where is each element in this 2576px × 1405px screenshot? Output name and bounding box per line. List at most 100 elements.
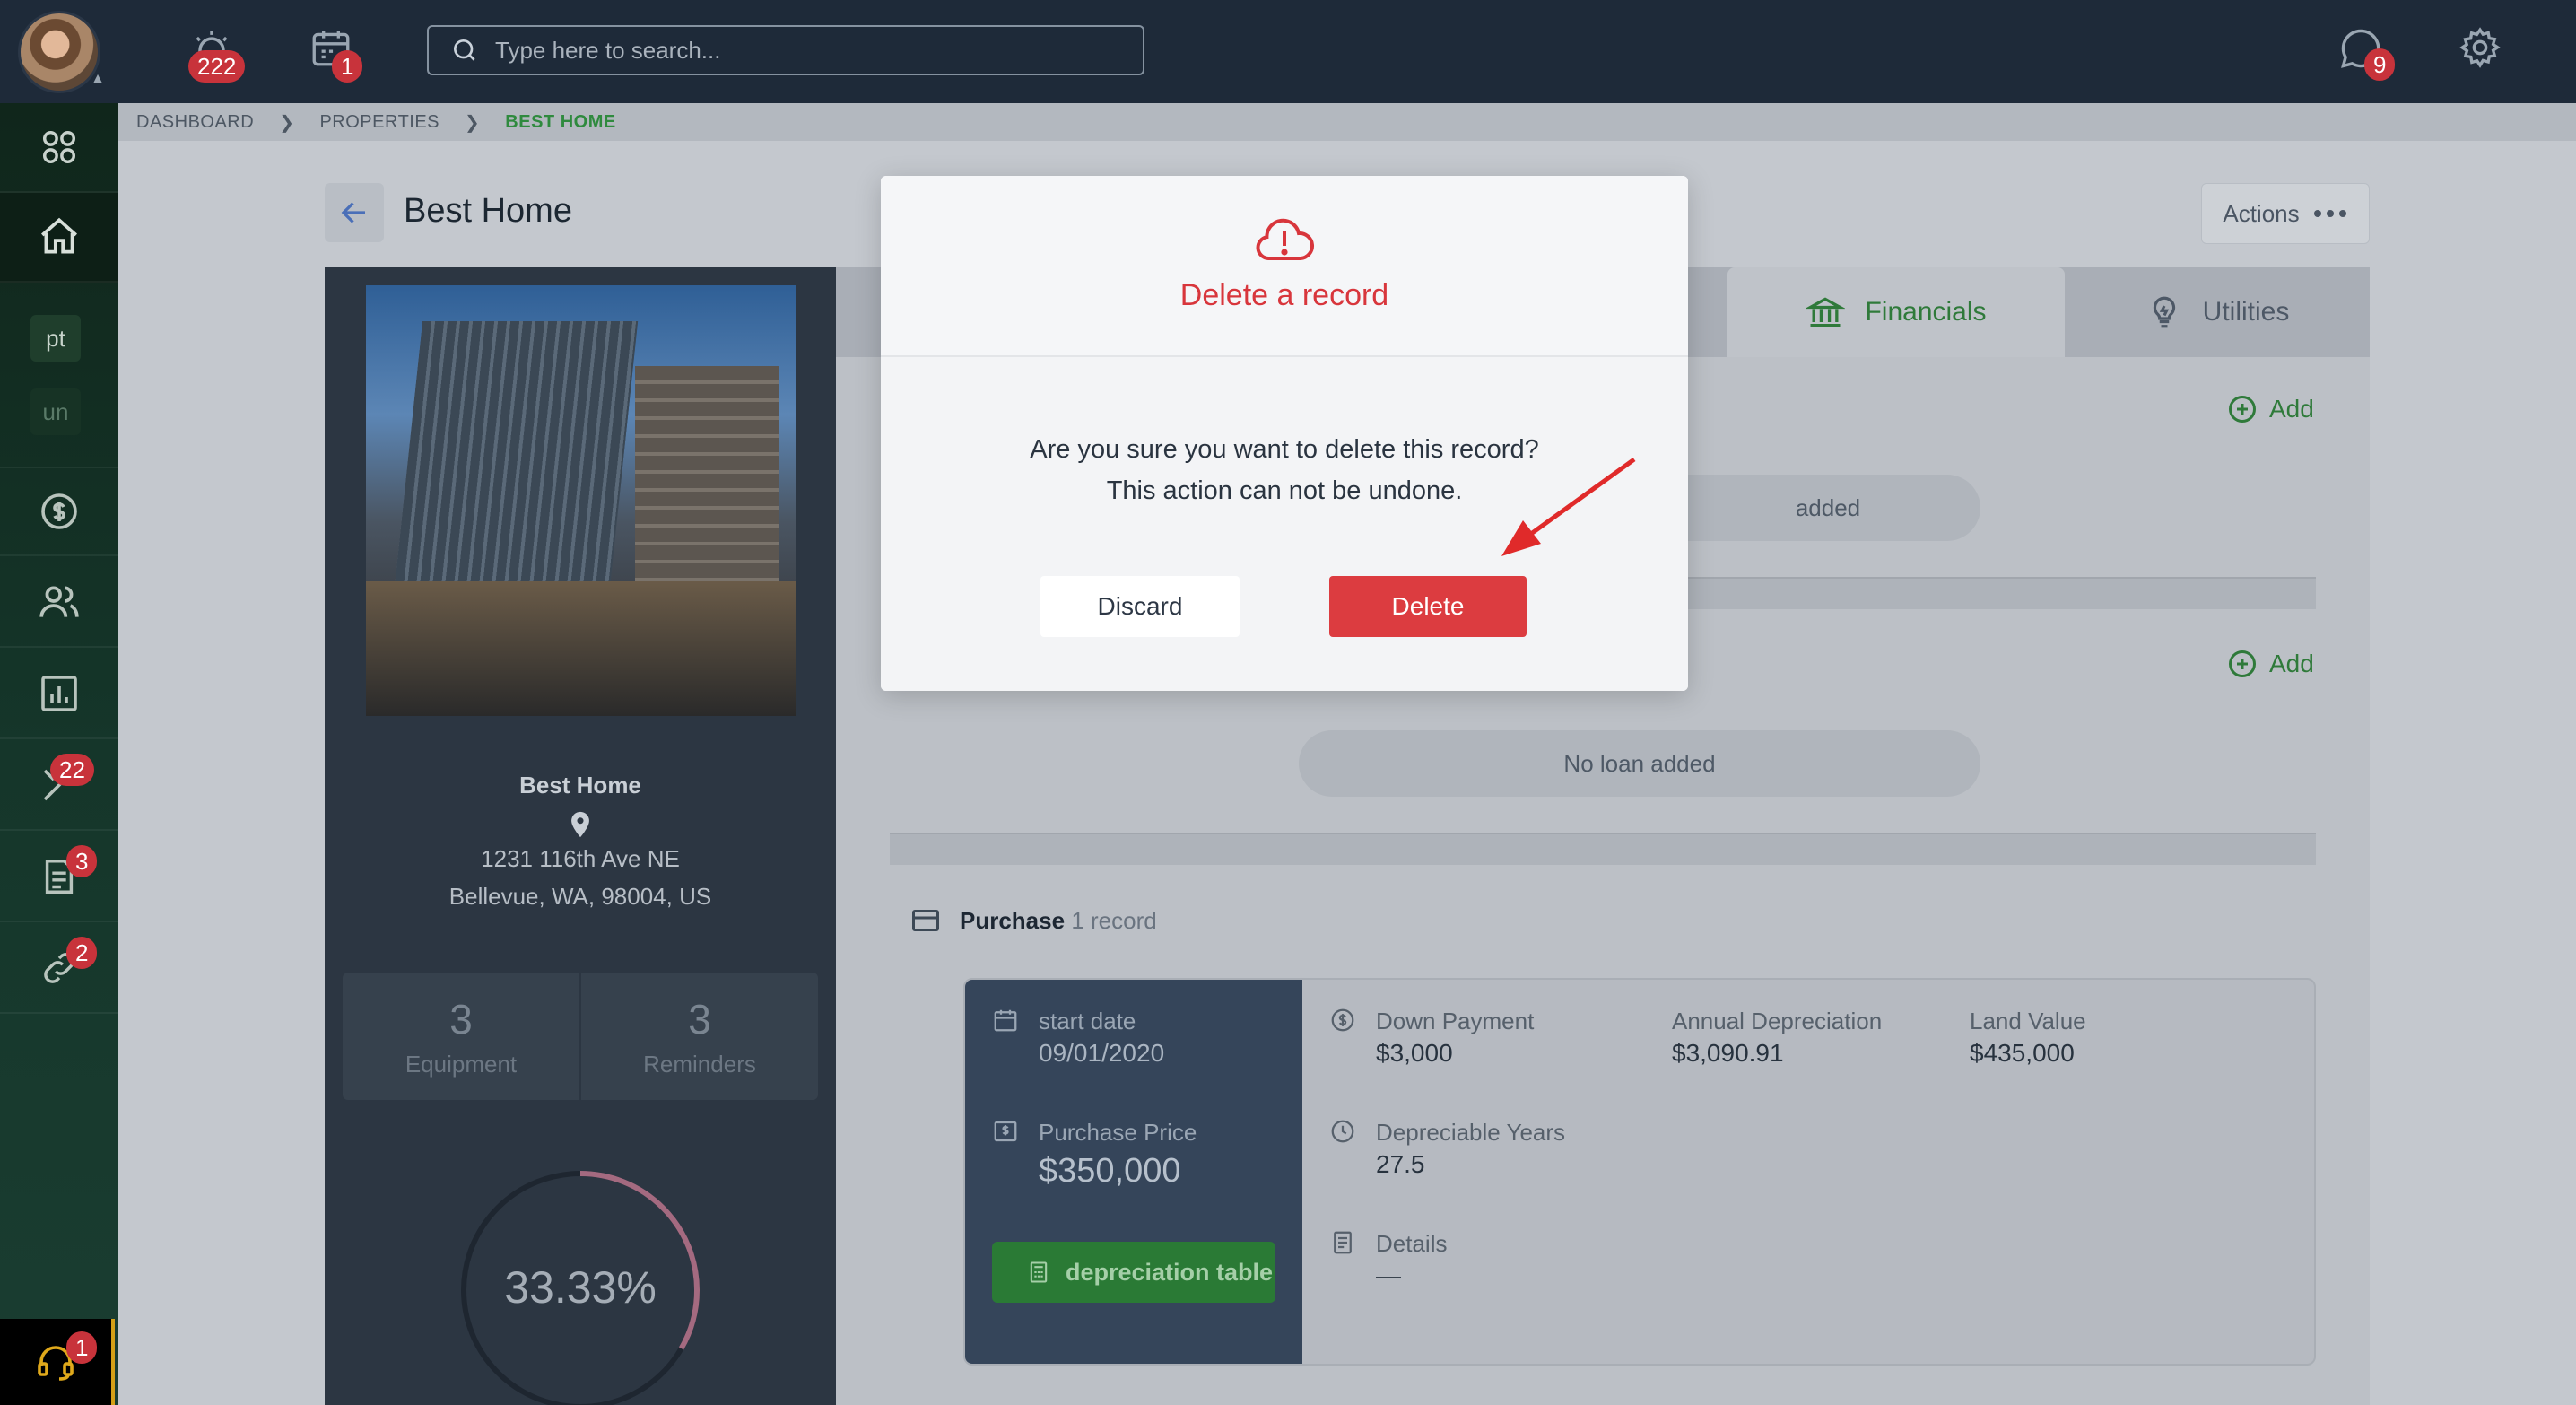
support-button[interactable]: 1 (0, 1319, 115, 1405)
address-line-2: Bellevue, WA, 98004, US (448, 883, 712, 910)
dollar-circle-icon (1331, 1008, 1354, 1032)
messages-button[interactable]: 9 (2337, 25, 2396, 81)
land-value-value: $435,000 (1970, 1039, 2075, 1067)
annual-depreciation-field: Annual Depreciation $3,090.91 (1672, 1007, 1882, 1071)
breadcrumb: DASHBOARD ❯ PROPERTIES ❯ BEST HOME (118, 103, 2576, 141)
gear-icon (2459, 27, 2501, 68)
tools-badge: 22 (50, 754, 94, 786)
card-icon (912, 910, 939, 931)
user-avatar[interactable] (18, 11, 100, 93)
dialog-message: Are you sure you want to delete this rec… (1030, 435, 1539, 505)
calendar-badge: 1 (332, 50, 363, 83)
details-field: Details — (1329, 1229, 1447, 1294)
sidebar-item-finance[interactable] (0, 467, 118, 556)
sidebar-item-reports[interactable] (0, 650, 118, 739)
tab-utilities[interactable]: Utilities (2065, 267, 2370, 357)
sidebar-item-documents[interactable]: 3 (0, 833, 118, 922)
alerts-badge: 222 (188, 50, 246, 83)
location-pin-icon (565, 809, 596, 844)
address-line-1: 1231 116th Ave NE (481, 845, 680, 872)
search-icon (453, 39, 475, 61)
search-input[interactable] (495, 36, 1123, 65)
top-bar: ▴ 222 1 9 (0, 0, 2576, 103)
start-date-value: 09/01/2020 (1039, 1039, 1165, 1067)
grid-icon (42, 130, 76, 164)
purchase-price-label: Purchase Price (1039, 1119, 1197, 1146)
depreciable-years-label: Depreciable Years (1376, 1119, 1566, 1146)
start-date-field: start date 09/01/2020 (992, 1007, 1164, 1071)
chevron-right-icon: ❯ (279, 112, 295, 133)
depreciation-table-button[interactable]: depreciation table (992, 1242, 1275, 1303)
property-stats: 3 Equipment 3 Reminders (343, 973, 818, 1100)
breadcrumb-properties[interactable]: PROPERTIES (319, 112, 439, 133)
annual-depreciation-value: $3,090.91 (1672, 1039, 1784, 1067)
bank-icon (1806, 297, 1846, 327)
add-label: Add (2269, 650, 2314, 677)
reminders-label: Reminders (643, 1050, 756, 1078)
sidebar: pt un 22 3 2 (0, 103, 118, 1405)
purchase-title: Purchase (960, 906, 1066, 934)
discard-button[interactable]: Discard (1040, 576, 1240, 637)
equipment-count: 3 (449, 995, 473, 1043)
add-label: Add (2269, 395, 2314, 423)
search-box[interactable] (427, 25, 1144, 75)
tab-financials-label: Financials (1865, 297, 1987, 327)
down-payment-field: Down Payment $3,000 (1329, 1007, 1534, 1071)
people-icon (39, 586, 79, 617)
purchase-price-field: Purchase Price $350,000 (992, 1118, 1197, 1195)
delete-button[interactable]: Delete (1329, 576, 1527, 637)
purchase-price-value: $350,000 (1039, 1152, 1181, 1190)
cloud-alert-icon (1256, 218, 1315, 260)
sidebar-item-links[interactable]: 2 (0, 924, 118, 1014)
links-badge: 2 (66, 937, 98, 969)
page-title: Best Home (404, 192, 572, 230)
back-button[interactable] (325, 183, 384, 242)
home-icon (41, 217, 77, 254)
sidebar-item-home[interactable] (0, 193, 118, 283)
sidebar-chip-un[interactable]: un (30, 388, 81, 435)
sidebar-item-people[interactable] (0, 558, 118, 648)
tab-financials[interactable]: Financials (1727, 267, 2065, 357)
section-divider-2 (890, 833, 2316, 865)
sidebar-chip-pt[interactable]: pt (30, 315, 81, 362)
breadcrumb-dashboard[interactable]: DASHBOARD (136, 112, 254, 133)
depreciation-table-label: depreciation table (1066, 1258, 1274, 1286)
down-payment-label: Down Payment (1376, 1008, 1535, 1034)
alerts-button[interactable]: 222 (188, 25, 246, 83)
calendar-icon (994, 1009, 1017, 1032)
actions-button[interactable]: Actions (2201, 183, 2370, 244)
clock-icon (1331, 1120, 1354, 1143)
empty-state-1-text: added (1795, 493, 1861, 521)
dollar-circle-icon (41, 493, 77, 529)
dollar-bill-icon (994, 1121, 1017, 1142)
tab-utilities-label: Utilities (2202, 297, 2290, 327)
reminders-stat[interactable]: 3 Reminders (579, 973, 818, 1100)
arrow-left-icon (341, 202, 365, 223)
equipment-label: Equipment (405, 1050, 518, 1078)
property-photo[interactable] (366, 285, 796, 716)
sidebar-item-apps[interactable] (0, 103, 118, 193)
equipment-stat[interactable]: 3 Equipment (343, 973, 579, 1100)
purchase-count: 1 record (1071, 906, 1157, 934)
land-value-field: Land Value $435,000 (1970, 1007, 2086, 1071)
documents-badge: 3 (66, 845, 98, 877)
actions-label: Actions (2223, 199, 2300, 227)
settings-button[interactable] (2458, 25, 2502, 74)
depreciable-years-field: Depreciable Years 27.5 (1329, 1118, 1565, 1182)
add-button-2[interactable]: Add (2226, 648, 2314, 680)
land-value-label: Land Value (1970, 1008, 2086, 1034)
loan-empty-state: No loan added (1299, 730, 1980, 797)
purchase-record-card: start date 09/01/2020 Purchase Price $35… (963, 978, 2316, 1366)
breadcrumb-current: BEST HOME (505, 111, 616, 132)
add-button-1[interactable]: Add (2226, 393, 2314, 425)
sidebar-item-tools[interactable]: 22 (0, 741, 118, 831)
plus-circle-icon (2229, 650, 2256, 677)
lightbulb-icon (2153, 296, 2175, 328)
purchase-summary: start date 09/01/2020 Purchase Price $35… (965, 980, 1302, 1364)
depreciable-years-value: 27.5 (1376, 1150, 1425, 1178)
annotation-arrow-icon (1501, 457, 1636, 556)
chevron-right-icon: ❯ (465, 112, 481, 133)
completion-percent: 33.33% (504, 1262, 657, 1313)
more-horizontal-icon (2313, 210, 2346, 217)
calendar-button[interactable]: 1 (309, 25, 363, 83)
